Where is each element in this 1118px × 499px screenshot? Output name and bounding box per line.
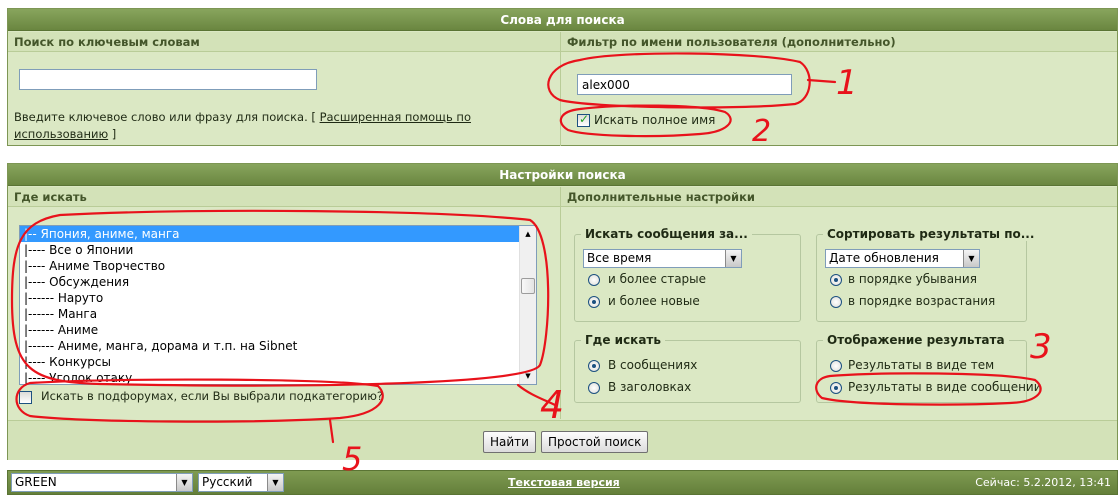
sort-select[interactable]: Дате обновления ▼ <box>825 249 980 268</box>
forum-item[interactable]: |---- Обсуждения <box>20 274 536 290</box>
exact-name-label: Искать полное имя <box>594 113 716 127</box>
username-filter-header: Фильтр по имени пользователя (дополнител… <box>560 32 1117 52</box>
forum-item[interactable]: |---- Аниме Творчество <box>20 258 536 274</box>
period-select-value: Все время <box>587 251 652 265</box>
forum-item[interactable]: |------ Аниме <box>20 322 536 338</box>
forum-item[interactable]: |---- Все о Японии <box>20 242 536 258</box>
display-fieldset: Отображение результата Результаты в виде… <box>816 333 1042 403</box>
keyword-search-header: Поиск по ключевым словам <box>8 32 560 52</box>
forum-item[interactable]: |------ Наруто <box>20 290 536 306</box>
sort-select-value: Дате обновления <box>829 251 939 265</box>
scroll-down-arrow-icon[interactable]: ▼ <box>520 368 536 384</box>
keyword-hint: Введите ключевое слово или фразу для пои… <box>14 109 514 143</box>
sort-legend: Сортировать результаты по... <box>823 227 1039 241</box>
search-button[interactable]: Найти <box>483 431 536 453</box>
period-fieldset: Искать сообщения за... Все время ▼ и бол… <box>574 227 801 322</box>
period-option-older: и более старые <box>608 272 707 286</box>
settings-divider <box>560 207 561 419</box>
forum-item[interactable]: |-- Япония, аниме, манга <box>20 226 536 242</box>
subforums-checkbox[interactable] <box>19 391 32 404</box>
where-fieldset: Где искать В сообщениях В заголовках <box>574 333 801 403</box>
exact-name-checkbox[interactable] <box>577 112 590 127</box>
sort-option-asc: в порядке возрастания <box>848 294 996 308</box>
skin-select[interactable]: GREEN ▼ <box>11 473 193 492</box>
sort-radio-desc[interactable] <box>830 274 842 286</box>
forum-item[interactable]: |---- Уголок отаку <box>20 370 536 384</box>
period-radio-older[interactable] <box>588 274 600 286</box>
where-option-posts: В сообщениях <box>608 358 698 372</box>
language-select[interactable]: Русский ▼ <box>198 473 284 492</box>
chevron-down-icon[interactable]: ▼ <box>963 250 979 267</box>
where-header: Где искать <box>8 187 560 207</box>
extra-settings-header: Дополнительные настройки <box>560 187 1117 207</box>
keyword-hint-close: ] <box>108 127 117 141</box>
keyword-hint-text: Введите ключевое слово или фразу для пои… <box>14 110 320 124</box>
where-radio-titles[interactable] <box>588 382 600 394</box>
keywords-divider <box>560 52 561 146</box>
simple-search-button[interactable]: Простой поиск <box>541 431 649 453</box>
forum-listbox[interactable]: |-- Япония, аниме, манга |---- Все о Япо… <box>19 225 537 385</box>
where-radio-posts[interactable] <box>588 360 600 372</box>
keywords-panel: Слова для поиска Поиск по ключевым слова… <box>7 8 1118 146</box>
sort-option-desc: в порядке убывания <box>848 272 977 286</box>
chevron-down-icon[interactable]: ▼ <box>725 250 741 267</box>
scroll-up-arrow-icon[interactable]: ▲ <box>520 226 536 242</box>
chevron-down-icon[interactable]: ▼ <box>267 474 283 491</box>
current-time: Сейчас: 5.2.2012, 13:41 <box>975 476 1111 489</box>
skin-select-value: GREEN <box>15 475 57 489</box>
language-select-value: Русский <box>202 475 253 489</box>
display-legend: Отображение результата <box>823 333 1009 347</box>
where-legend: Где искать <box>581 333 665 347</box>
sort-fieldset: Сортировать результаты по... Дате обновл… <box>816 227 1039 322</box>
subforums-label: Искать в подфорумах, если Вы выбрали под… <box>41 389 383 403</box>
display-option-topics: Результаты в виде тем <box>848 358 995 372</box>
period-select[interactable]: Все время ▼ <box>583 249 742 268</box>
keywords-panel-title: Слова для поиска <box>8 9 1117 31</box>
forum-item[interactable]: |------ Аниме, манга, дорама и т.п. на S… <box>20 338 536 354</box>
chevron-down-icon[interactable]: ▼ <box>176 474 192 491</box>
text-version-link[interactable]: Текстовая версия <box>508 476 620 489</box>
forum-list-scrollbar[interactable]: ▲ ▼ <box>519 226 536 384</box>
sort-radio-asc[interactable] <box>830 296 842 308</box>
settings-panel: Настройки поиска Где искать Дополнительн… <box>7 163 1118 460</box>
keyword-input[interactable] <box>19 69 317 90</box>
forum-item[interactable]: |---- Конкурсы <box>20 354 536 370</box>
footer-bar: GREEN ▼ Русский ▼ Текстовая версия Сейча… <box>7 470 1118 495</box>
scroll-thumb[interactable] <box>521 278 535 294</box>
where-option-titles: В заголовках <box>608 380 692 394</box>
period-radio-newer[interactable] <box>588 296 600 308</box>
forum-item[interactable]: |------ Манга <box>20 306 536 322</box>
period-legend: Искать сообщения за... <box>581 227 752 241</box>
display-radio-topics[interactable] <box>830 360 842 372</box>
settings-panel-title: Настройки поиска <box>8 164 1117 186</box>
period-option-newer: и более новые <box>608 294 700 308</box>
display-radio-posts[interactable] <box>830 382 842 394</box>
username-input[interactable] <box>577 74 792 95</box>
display-option-posts: Результаты в виде сообщении <box>848 380 1042 394</box>
